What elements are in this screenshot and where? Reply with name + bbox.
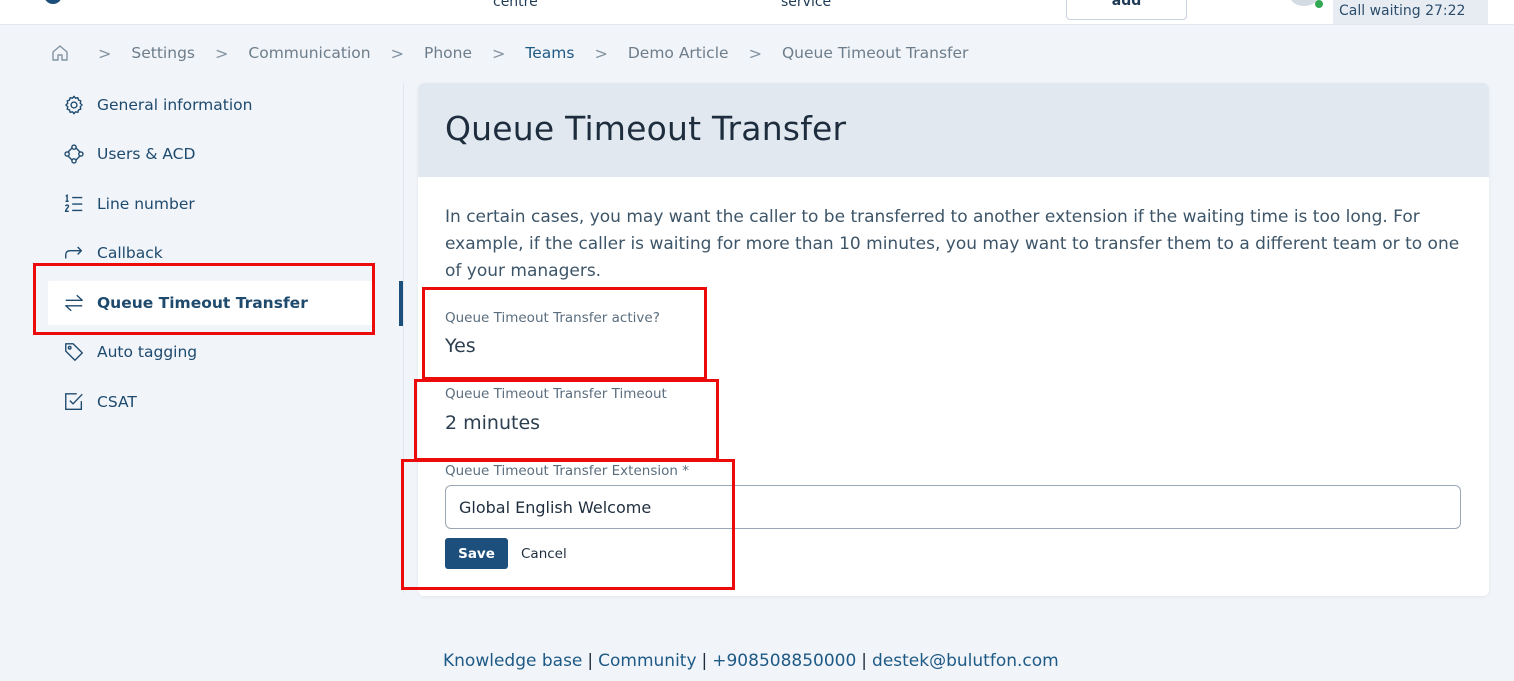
timeout-field-label: Queue Timeout Transfer Timeout [445,386,667,402]
users-icon [62,142,86,166]
sidebar-item-label: Line number [97,195,195,213]
callback-arrow-icon [62,241,86,265]
sidebar-item-line-number[interactable]: Line number [48,182,374,226]
sidebar-item-label: CSAT [97,393,137,411]
breadcrumb-separator: > [98,43,112,63]
description-text: In certain cases, you may want the calle… [445,207,1460,281]
queue-timeout-transfer-card: Queue Timeout Transfer In certain cases,… [418,83,1489,596]
sidebar-item-label: Auto tagging [97,343,198,361]
sidebar-item-queue-timeout-transfer[interactable]: Queue Timeout Transfer [48,281,374,325]
breadcrumb-phone[interactable]: Phone [424,44,472,62]
tag-icon [62,340,86,364]
footer: Knowledge base | Community | +9085088500… [443,651,1059,671]
footer-separator: | [701,651,708,671]
sidebar-item-csat[interactable]: CSAT [48,380,374,424]
breadcrumb-demo-article[interactable]: Demo Article [628,44,729,62]
sidebar-item-auto-tagging[interactable]: Auto tagging [48,330,374,374]
nav-item-centre[interactable]: centre [493,0,538,10]
top-header: centre service add Call waiting 27:22 [0,0,1514,25]
numbered-list-icon [62,192,86,216]
breadcrumb-teams[interactable]: Teams [525,44,574,62]
online-status-dot [1315,0,1323,8]
save-button[interactable]: Save [445,538,508,569]
nav-item-service[interactable]: service [781,0,831,10]
footer-separator: | [587,651,594,671]
sidebar-active-indicator [399,281,403,326]
footer-link-community[interactable]: Community [598,651,696,671]
gear-icon [62,93,86,117]
breadcrumb-separator: > [594,43,608,63]
sidebar-item-label: Callback [97,244,163,262]
timeout-field-value: 2 minutes [445,412,541,434]
active-field-value: Yes [445,335,476,357]
cancel-button[interactable]: Cancel [521,538,567,569]
sidebar-item-callback[interactable]: Callback [48,231,374,275]
footer-separator: | [861,651,868,671]
add-button[interactable]: add [1066,0,1187,20]
footer-link-phone[interactable]: +908508850000 [712,651,856,671]
sidebar-item-general-information[interactable]: General information [48,83,374,127]
logo[interactable] [44,0,62,4]
breadcrumb-current-page: Queue Timeout Transfer [781,44,969,62]
home-icon[interactable] [50,43,70,63]
settings-sidebar: General information Users & ACD Line num… [48,82,403,412]
transfer-arrows-icon [62,291,86,315]
breadcrumb-communication[interactable]: Communication [248,44,370,62]
breadcrumb: > Settings > Communication > Phone > Tea… [50,42,968,64]
checkbox-icon [62,390,86,414]
sidebar-item-label: Queue Timeout Transfer [97,294,308,312]
breadcrumb-separator: > [214,43,229,63]
card-header: Queue Timeout Transfer [418,83,1489,177]
breadcrumb-separator: > [491,43,506,63]
breadcrumb-separator: > [390,43,404,63]
sidebar-item-label: General information [97,96,253,114]
sidebar-divider [403,83,404,593]
call-waiting-indicator[interactable]: Call waiting 27:22 [1333,0,1488,24]
active-field-label: Queue Timeout Transfer active? [445,310,660,326]
footer-link-email[interactable]: destek@bulutfon.com [872,651,1059,671]
extension-field-label: Queue Timeout Transfer Extension * [445,463,689,479]
page-title: Queue Timeout Transfer [445,109,847,148]
breadcrumb-settings[interactable]: Settings [131,44,195,62]
sidebar-item-label: Users & ACD [97,145,196,163]
extension-input[interactable] [445,485,1461,529]
breadcrumb-separator: > [748,43,762,63]
sidebar-item-users-acd[interactable]: Users & ACD [48,132,374,176]
avatar[interactable] [1290,0,1318,6]
footer-link-knowledge-base[interactable]: Knowledge base [443,651,582,671]
